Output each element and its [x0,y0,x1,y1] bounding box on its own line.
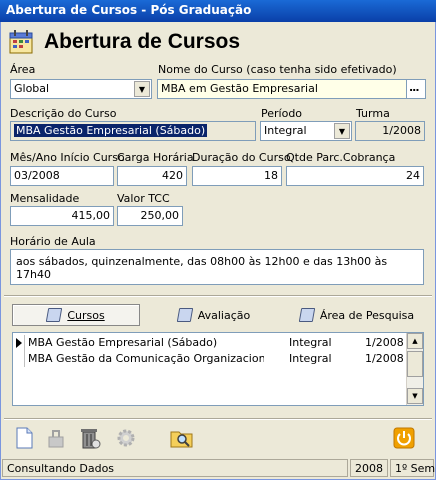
turma-label: Turma [356,107,390,120]
descricao-value: MBA Gestão Empresarial (Sábado) [14,124,208,137]
search-folder-icon [170,431,193,448]
cell-periodo: Integral [289,336,332,349]
power-icon [393,427,415,449]
mensalidade-label: Mensalidade [10,192,80,205]
folder-icon [298,308,316,322]
cell-turma: 1/2008 [365,336,404,349]
status-bar: Consultando Dados 2008 1º Sem [2,459,435,477]
table-row[interactable]: MBA Gestão da Comunicação Organizacional… [13,351,407,367]
trash-icon [81,429,101,449]
toolbar-divider [4,418,432,420]
carga-input[interactable]: 420 [117,166,187,186]
status-year: 2008 [350,459,388,477]
calendar-icon [8,28,38,56]
status-semester: 1º Sem [390,459,435,477]
folder-icon [46,308,63,322]
scroll-thumb[interactable] [407,351,423,377]
valor-tcc-input[interactable]: 250,00 [117,206,183,226]
nome-curso-input[interactable]: MBA em Gestão Empresarial [157,79,407,99]
cell-periodo: Integral [289,352,332,365]
horario-textarea[interactable]: aos sábados, quinzenalmente, das 08h00 à… [10,249,424,285]
section-divider [4,295,432,297]
tab-avaliacao[interactable]: Avaliação [150,304,278,326]
exit-button[interactable] [392,426,416,450]
row-indicator-icon [13,335,25,351]
periodo-value: Integral [264,124,307,137]
settings-button[interactable] [114,426,138,450]
mensalidade-input[interactable]: 415,00 [10,206,114,226]
nome-curso-lookup-button[interactable]: ... [406,79,426,99]
disabled-gear-icon [117,429,135,447]
cell-nome: MBA Gestão da Comunicação Organizacional… [28,352,264,365]
cell-turma: 1/2008 [365,352,404,365]
row-indicator [13,351,25,367]
window-title: Abertura de Cursos - Pós Graduação [6,3,252,17]
search-button[interactable] [170,426,194,450]
mes-ano-input[interactable]: 03/2008 [10,166,114,186]
parcelas-input[interactable]: 24 [286,166,424,186]
tab-area-pesquisa-label: Área de Pesquisa [319,308,415,322]
delete-button[interactable] [78,426,102,450]
cursos-grid[interactable]: MBA Gestão Empresarial (Sábado) Integral… [12,332,424,406]
folder-icon [176,308,193,322]
page-title: Abertura de Cursos [44,30,241,53]
area-select[interactable]: Global ▼ [10,79,152,99]
ellipsis-icon: ... [409,81,420,94]
chevron-down-icon[interactable]: ▼ [134,81,150,97]
parcelas-label: Qtde Parc.Cobrança [286,151,396,164]
window-title-bar[interactable]: Abertura de Cursos - Pós Graduação [0,0,436,22]
status-message: Consultando Dados [2,459,348,477]
duracao-label: Duração do Curso [192,151,291,164]
tab-cursos-label: Cursos [67,308,105,322]
cell-nome: MBA Gestão Empresarial (Sábado) [28,336,218,349]
scroll-down-icon[interactable]: ▼ [407,388,423,404]
scroll-up-icon[interactable]: ▲ [407,333,423,349]
mes-ano-label: Mês/Ano Início Curso [10,151,125,164]
disabled-tool-icon [48,430,64,448]
page-header: Abertura de Cursos [8,26,240,58]
area-label: Área [10,63,36,76]
tab-avaliacao-label: Avaliação [197,308,251,322]
chevron-down-icon[interactable]: ▼ [334,123,350,139]
valor-tcc-label: Valor TCC [117,192,170,205]
nome-curso-label: Nome do Curso (caso tenha sido efetivado… [158,63,397,76]
descricao-label: Descrição do Curso [10,107,117,120]
tab-cursos[interactable]: Cursos [12,304,140,326]
periodo-select[interactable]: Integral ▼ [260,121,352,141]
save-button[interactable] [44,426,68,450]
table-row[interactable]: MBA Gestão Empresarial (Sábado) Integral… [13,335,407,351]
carga-label: Carga Horária [117,151,194,164]
horario-label: Horário de Aula [10,235,96,248]
turma-input[interactable]: 1/2008 [355,121,425,141]
new-document-icon [16,427,33,449]
duracao-input[interactable]: 18 [192,166,282,186]
descricao-input[interactable]: MBA Gestão Empresarial (Sábado) [10,121,256,141]
tab-area-pesquisa[interactable]: Área de Pesquisa [290,304,424,326]
area-value: Global [14,82,50,95]
periodo-label: Período [261,107,303,120]
grid-scrollbar[interactable]: ▲ ▼ [406,333,423,405]
new-button[interactable] [12,426,36,450]
